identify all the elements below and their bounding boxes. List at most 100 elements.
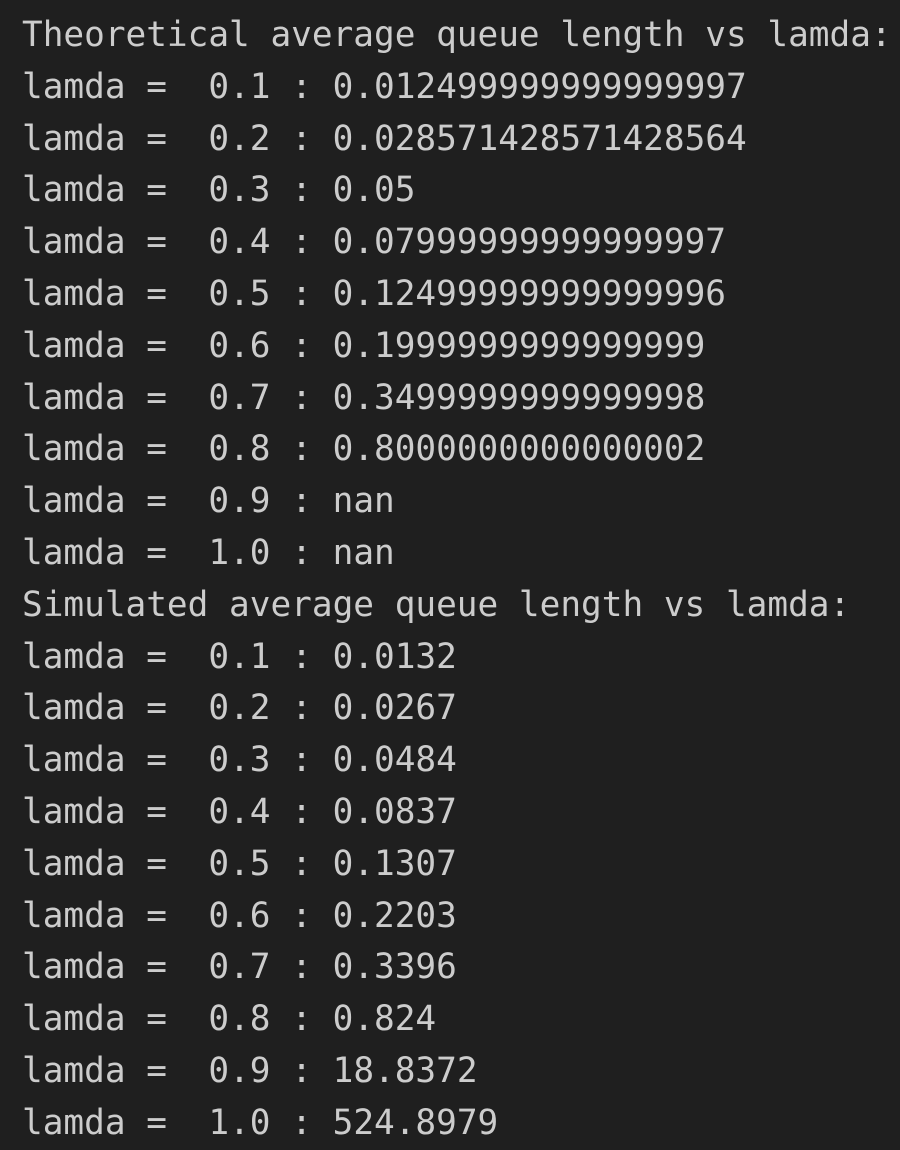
- queue-length-value: 0.8000000000000002: [332, 429, 706, 470]
- output-line: lamda = 0.4 : 0.0837: [22, 787, 892, 839]
- queue-length-value: 0.0132: [332, 636, 457, 677]
- output-line: lamda = 0.1 : 0.0132: [22, 632, 892, 684]
- row-prefix: lamda =: [22, 325, 188, 366]
- queue-length-value: 0.012499999999999997: [332, 66, 747, 107]
- lamda-value: 0.2: [208, 688, 271, 729]
- queue-length-value: 0.0484: [332, 740, 457, 781]
- output-line: lamda = 0.8 : 0.8000000000000002: [22, 424, 892, 476]
- queue-length-value: nan: [332, 481, 395, 522]
- lamda-value: 0.6: [208, 895, 271, 936]
- separator: :: [270, 843, 333, 884]
- separator: :: [270, 895, 333, 936]
- output-line: lamda = 0.7 : 0.3499999999999998: [22, 373, 892, 425]
- row-prefix: lamda =: [22, 791, 188, 832]
- output-line: lamda = 0.1 : 0.012499999999999997: [22, 62, 892, 114]
- separator: :: [270, 791, 333, 832]
- queue-length-value: 0.824: [332, 999, 437, 1040]
- separator: :: [270, 325, 333, 366]
- queue-length-value: 0.1307: [332, 843, 457, 884]
- queue-length-value: 524.8979: [332, 1102, 499, 1143]
- row-prefix: lamda =: [22, 532, 188, 573]
- terminal-output: Theoretical average queue length vs lamd…: [22, 10, 892, 1150]
- queue-length-value: 0.0267: [332, 688, 457, 729]
- lamda-value: 0.2: [208, 118, 271, 159]
- row-prefix: lamda =: [22, 481, 188, 522]
- separator: :: [270, 429, 333, 470]
- output-line: lamda = 0.5 : 0.1307: [22, 839, 892, 891]
- row-prefix: lamda =: [22, 999, 188, 1040]
- lamda-value: 0.7: [208, 947, 271, 988]
- row-prefix: lamda =: [22, 429, 188, 470]
- row-prefix: lamda =: [22, 636, 188, 677]
- row-prefix: lamda =: [22, 688, 188, 729]
- row-prefix: lamda =: [22, 273, 188, 314]
- separator: :: [270, 636, 333, 677]
- output-line: lamda = 1.0 : nan: [22, 528, 892, 580]
- output-line: lamda = 0.8 : 0.824: [22, 994, 892, 1046]
- row-prefix: lamda =: [22, 377, 188, 418]
- queue-length-value: 0.3396: [332, 947, 457, 988]
- output-line: lamda = 0.3 : 0.0484: [22, 735, 892, 787]
- separator: :: [270, 170, 333, 211]
- queue-length-value: 0.028571428571428564: [332, 118, 747, 159]
- separator: :: [270, 999, 333, 1040]
- queue-length-value: 0.3499999999999998: [332, 377, 706, 418]
- lamda-value: 0.8: [208, 999, 271, 1040]
- queue-length-value: 0.2203: [332, 895, 457, 936]
- row-prefix: lamda =: [22, 170, 188, 211]
- lamda-value: 0.6: [208, 325, 271, 366]
- lamda-value: 0.3: [208, 170, 271, 211]
- lamda-value: 0.7: [208, 377, 271, 418]
- row-prefix: lamda =: [22, 740, 188, 781]
- output-line: lamda = 0.2 : 0.028571428571428564: [22, 114, 892, 166]
- output-line: lamda = 0.6 : 0.1999999999999999: [22, 321, 892, 373]
- lamda-value: 1.0: [208, 1102, 271, 1143]
- row-prefix: lamda =: [22, 1050, 188, 1091]
- output-line: lamda = 0.4 : 0.07999999999999997: [22, 217, 892, 269]
- lamda-value: 0.4: [208, 791, 271, 832]
- row-prefix: lamda =: [22, 895, 188, 936]
- separator: :: [270, 66, 333, 107]
- lamda-value: 0.1: [208, 66, 271, 107]
- row-prefix: lamda =: [22, 1102, 188, 1143]
- separator: :: [270, 1050, 333, 1091]
- lamda-value: 0.5: [208, 273, 271, 314]
- output-line: lamda = 0.6 : 0.2203: [22, 891, 892, 943]
- queue-length-value: 0.0837: [332, 791, 457, 832]
- lamda-value: 0.1: [208, 636, 271, 677]
- simulated-header: Simulated average queue length vs lamda:: [22, 584, 851, 625]
- row-prefix: lamda =: [22, 843, 188, 884]
- separator: :: [270, 688, 333, 729]
- queue-length-value: 18.8372: [332, 1050, 478, 1091]
- lamda-value: 0.3: [208, 740, 271, 781]
- output-line: lamda = 0.9 : nan: [22, 476, 892, 528]
- output-line: lamda = 0.2 : 0.0267: [22, 683, 892, 735]
- theoretical-header: Theoretical average queue length vs lamd…: [22, 15, 892, 55]
- queue-length-value: 0.12499999999999996: [332, 273, 727, 314]
- queue-length-value: 0.07999999999999997: [332, 222, 727, 263]
- separator: :: [270, 222, 333, 263]
- output-line: lamda = 0.9 : 18.8372: [22, 1046, 892, 1098]
- queue-length-value: 0.1999999999999999: [332, 325, 706, 366]
- row-prefix: lamda =: [22, 947, 188, 988]
- lamda-value: 0.9: [208, 1050, 271, 1091]
- row-prefix: lamda =: [22, 66, 188, 107]
- queue-length-value: nan: [332, 532, 395, 573]
- output-line: lamda = 0.7 : 0.3396: [22, 942, 892, 994]
- separator: :: [270, 740, 333, 781]
- separator: :: [270, 273, 333, 314]
- row-prefix: lamda =: [22, 222, 188, 263]
- lamda-value: 0.5: [208, 843, 271, 884]
- row-prefix: lamda =: [22, 118, 188, 159]
- output-line: lamda = 1.0 : 524.8979: [22, 1098, 892, 1150]
- separator: :: [270, 532, 333, 573]
- separator: :: [270, 481, 333, 522]
- separator: :: [270, 118, 333, 159]
- separator: :: [270, 377, 333, 418]
- output-line: lamda = 0.5 : 0.12499999999999996: [22, 269, 892, 321]
- lamda-value: 0.8: [208, 429, 271, 470]
- output-line: lamda = 0.3 : 0.05: [22, 165, 892, 217]
- separator: :: [270, 947, 333, 988]
- queue-length-value: 0.05: [332, 170, 416, 211]
- lamda-value: 0.9: [208, 481, 271, 522]
